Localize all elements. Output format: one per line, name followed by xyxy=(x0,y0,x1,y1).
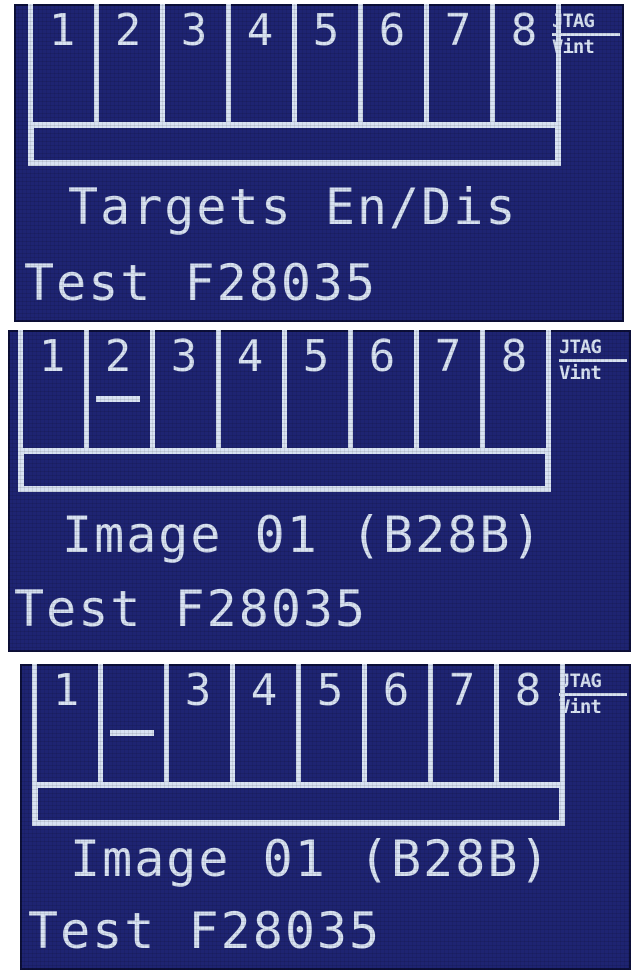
target-6-label: 6 xyxy=(368,331,396,382)
test-label: Test F28035 xyxy=(24,254,378,312)
target-1-label: 1 xyxy=(48,5,76,56)
slot-base-bar xyxy=(28,122,561,166)
target-8-label: 8 xyxy=(500,331,528,382)
slot-base-bar xyxy=(32,782,565,826)
target-3-label: 3 xyxy=(180,5,208,56)
target-2-marker xyxy=(96,396,140,402)
target-8-label: 8 xyxy=(510,5,538,56)
target-3-label: 3 xyxy=(184,665,212,716)
test-label: Test F28035 xyxy=(28,902,382,960)
target-5-label: 5 xyxy=(316,665,344,716)
target-7-label: 7 xyxy=(448,665,476,716)
brand-line-1: JTAG xyxy=(559,670,627,696)
target-8-label: 8 xyxy=(514,665,542,716)
slot-divider xyxy=(546,330,551,454)
target-slots: 1 2 3 4 5 6 7 8 xyxy=(18,330,558,496)
target-5-label: 5 xyxy=(302,331,330,382)
target-6-label: 6 xyxy=(378,5,406,56)
brand-line-1: JTAG xyxy=(552,10,620,36)
lcd-screen-1: 1 2 3 4 5 6 7 8 JTAG Vint Targets En/Dis… xyxy=(14,4,624,322)
target-3-label: 3 xyxy=(170,331,198,382)
status-message: Image 01 (B28B) xyxy=(70,830,552,888)
status-message: Image 01 (B28B) xyxy=(62,506,544,564)
brand-line-2: Vint xyxy=(559,362,602,384)
brand-line-2: Vint xyxy=(552,36,595,58)
target-6-label: 6 xyxy=(382,665,410,716)
brand-logo: JTAG Vint xyxy=(559,336,629,385)
brand-logo: JTAG Vint xyxy=(552,10,622,59)
target-4-label: 4 xyxy=(246,5,274,56)
status-message: Targets En/Dis xyxy=(68,178,518,236)
target-1-label: 1 xyxy=(52,665,80,716)
target-7-label: 7 xyxy=(434,331,462,382)
slot-base-bar xyxy=(18,448,551,492)
target-1-label: 1 xyxy=(38,331,66,382)
lcd-screen-2: 1 2 3 4 5 6 7 8 JTAG Vint Image 01 (B28B… xyxy=(8,330,631,652)
target-2-marker xyxy=(110,730,154,736)
target-2-label: 2 xyxy=(104,331,132,382)
lcd-screen-3: 1 3 4 5 6 7 8 JTAG Vint Image 01 (B28B) … xyxy=(20,664,631,970)
test-label: Test F28035 xyxy=(14,580,368,638)
target-7-label: 7 xyxy=(444,5,472,56)
brand-line-2: Vint xyxy=(559,696,602,718)
target-2-label: 2 xyxy=(114,5,142,56)
target-slots: 1 3 4 5 6 7 8 xyxy=(32,664,572,830)
slot-divider xyxy=(98,664,103,788)
target-5-label: 5 xyxy=(312,5,340,56)
brand-logo: JTAG Vint xyxy=(559,670,629,719)
target-4-label: 4 xyxy=(250,665,278,716)
target-slots: 1 2 3 4 5 6 7 8 xyxy=(28,4,568,170)
brand-line-1: JTAG xyxy=(559,336,627,362)
target-4-label: 4 xyxy=(236,331,264,382)
